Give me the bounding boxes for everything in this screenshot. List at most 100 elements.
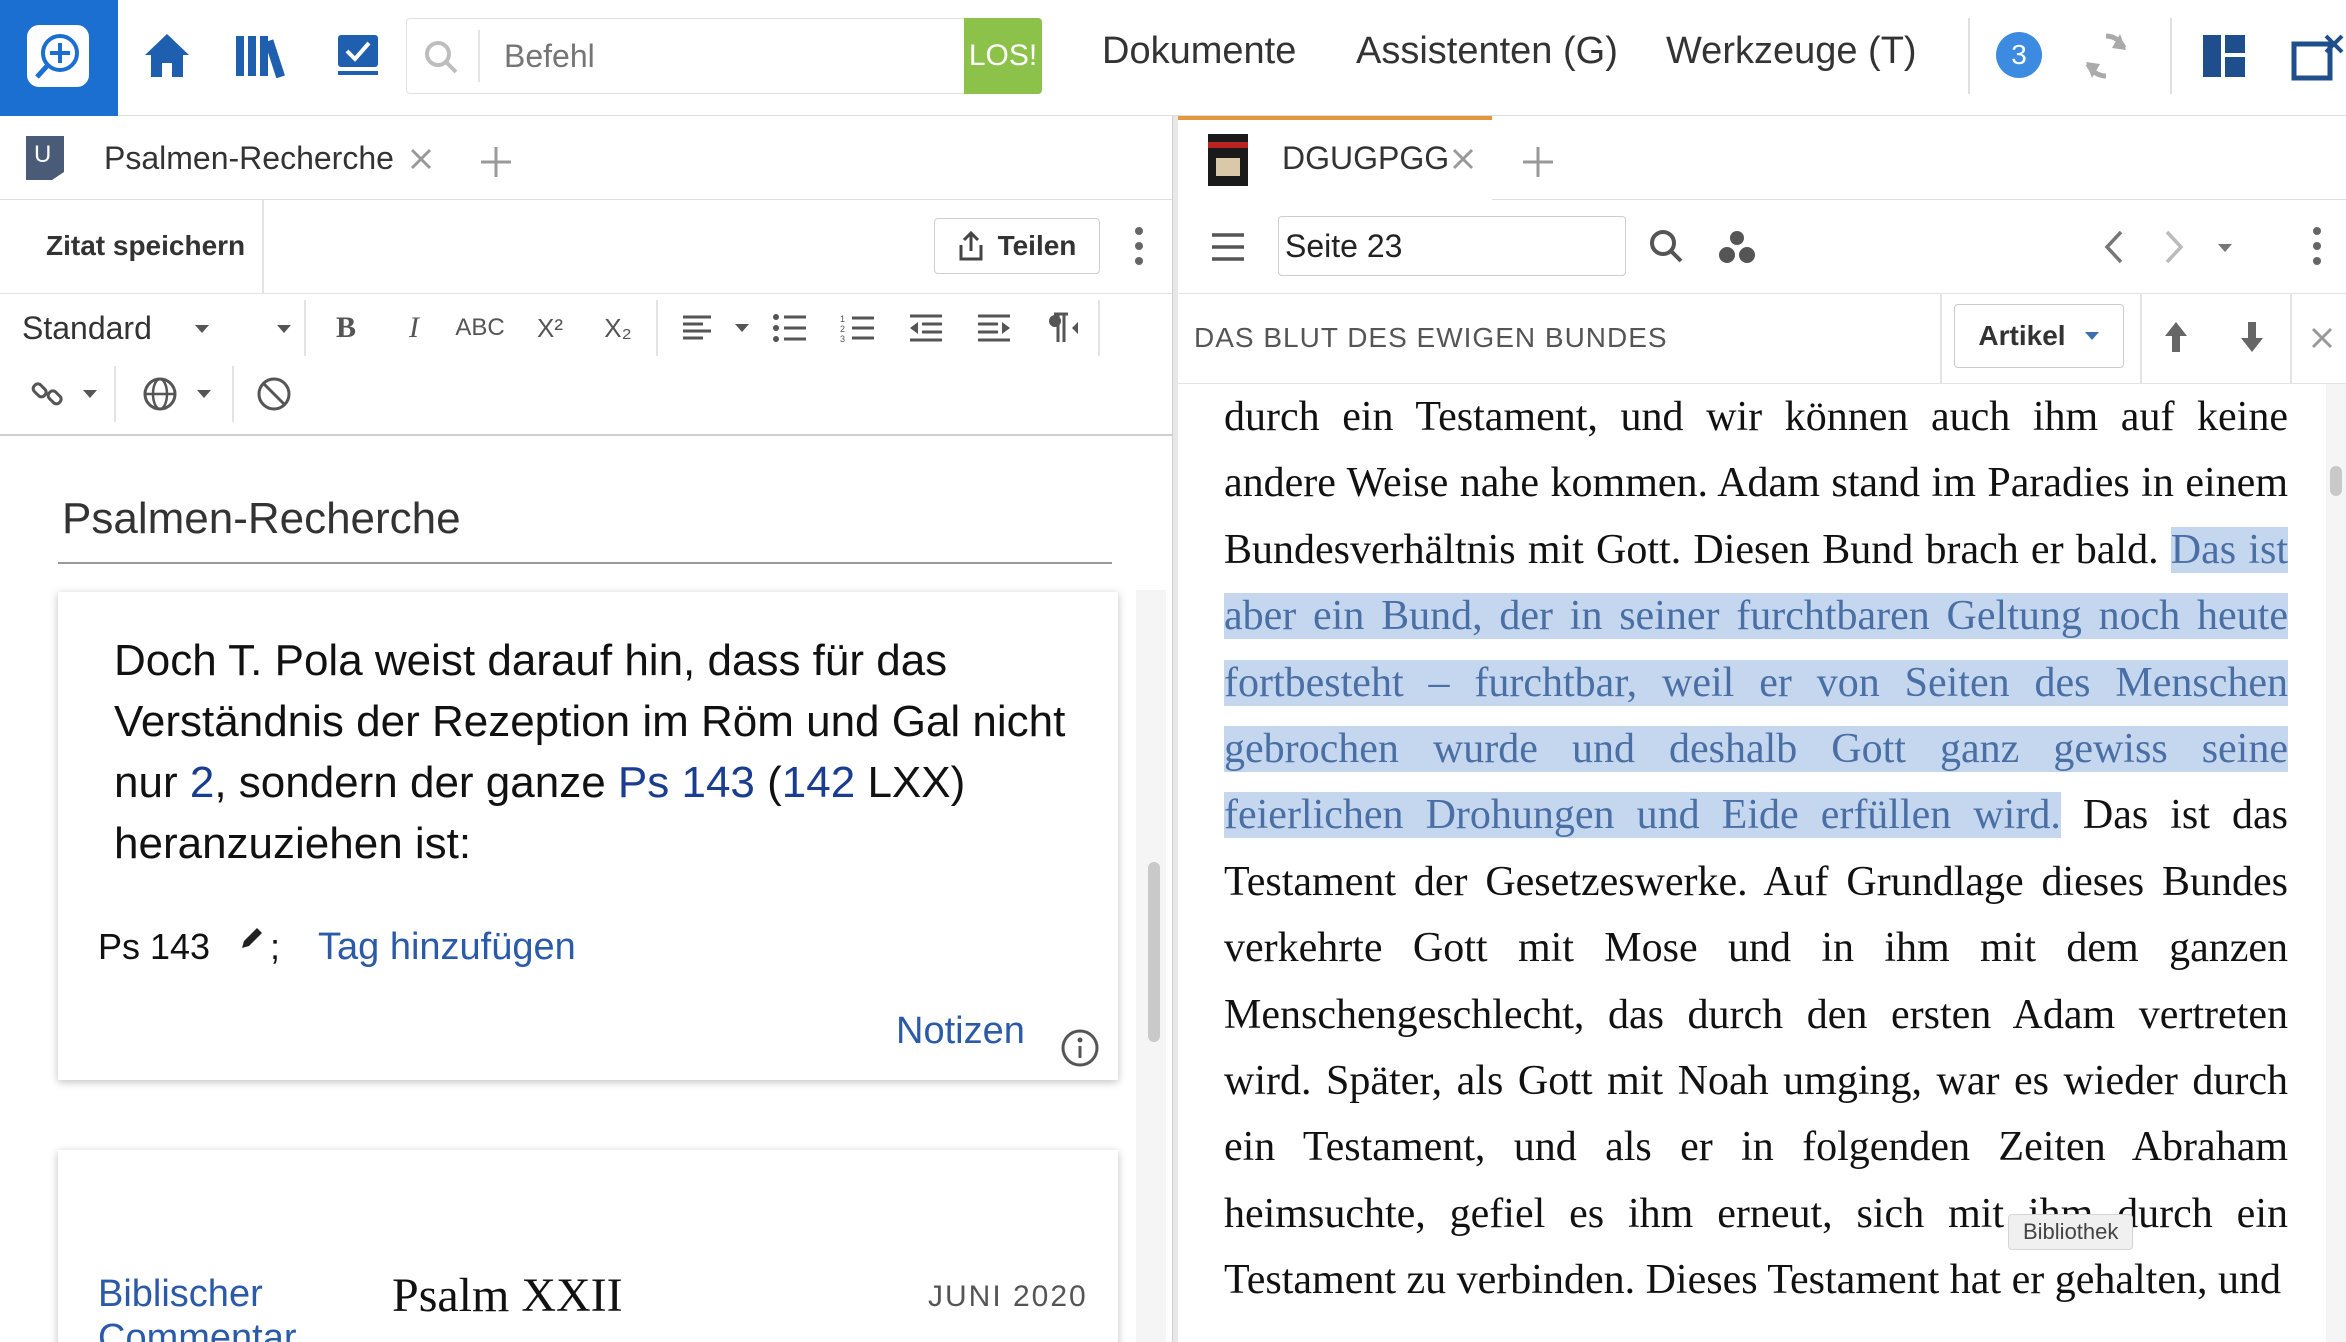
link-dropdown-icon[interactable]: [78, 372, 102, 416]
share-icon: [958, 231, 984, 261]
svg-text:1: 1: [840, 314, 845, 324]
section-title: DAS BLUT DES EWIGEN BUNDES: [1194, 322, 1668, 353]
page-input[interactable]: [1278, 216, 1626, 276]
toolbar-divider: [262, 200, 264, 294]
back-arrow-icon[interactable]: [2096, 226, 2132, 268]
italic-button[interactable]: I: [396, 306, 432, 350]
tooltip: Bibliothek: [2008, 1214, 2134, 1250]
subscript-button[interactable]: X₂: [598, 306, 638, 350]
share-label: Teilen: [997, 230, 1077, 261]
edit-pencil-icon[interactable]: [236, 922, 268, 954]
bible-ref-link[interactable]: Ps 143: [618, 758, 755, 807]
menu-tools[interactable]: Werkzeuge (T): [1666, 30, 1917, 73]
reader-text[interactable]: durch ein Testament, und wir können auch…: [1224, 384, 2289, 1314]
go-button[interactable]: LOS!: [964, 18, 1042, 94]
article-select[interactable]: Artikel: [1954, 304, 2124, 368]
close-icon[interactable]: [2306, 322, 2338, 354]
font-dropdown-icon[interactable]: [270, 314, 298, 344]
bible-ref-link[interactable]: 142: [782, 758, 855, 807]
strikethrough-button[interactable]: ABC: [452, 306, 508, 350]
left-tab-title[interactable]: Psalmen-Recherche: [104, 140, 394, 177]
menu-assistants[interactable]: Assistenten (G): [1356, 30, 1618, 73]
link-icon[interactable]: [26, 372, 70, 416]
reader-scroll-thumb[interactable]: [2330, 466, 2342, 496]
menu-documents[interactable]: Dokumente: [1102, 30, 1296, 73]
layout-icon[interactable]: [2198, 30, 2250, 82]
toolbar-divider: [1098, 300, 1100, 356]
chevron-down-icon: [2084, 332, 2099, 340]
title-divider: [58, 562, 1112, 564]
reference-label[interactable]: Ps 143: [98, 926, 210, 968]
align-left-icon[interactable]: [676, 306, 718, 350]
add-tag-link[interactable]: Tag hinzufügen: [318, 926, 576, 969]
left-scroll-thumb[interactable]: [1148, 862, 1160, 1042]
menu-divider: [2170, 18, 2172, 94]
svg-text:2: 2: [840, 324, 845, 334]
notes-link[interactable]: Notizen: [896, 1010, 1025, 1053]
bold-button[interactable]: B: [328, 306, 364, 350]
more-options-icon[interactable]: [1124, 222, 1154, 270]
library-icon[interactable]: [232, 28, 290, 82]
bible-ref-link[interactable]: 2: [190, 758, 214, 807]
article-select-label: Artikel: [1978, 320, 2066, 351]
save-quote-button[interactable]: Zitat speichern: [46, 230, 245, 262]
home-icon[interactable]: [138, 28, 196, 82]
logos-search-button[interactable]: [0, 0, 118, 116]
toolbar-divider: [656, 300, 658, 356]
reader-scrollbar[interactable]: [2326, 384, 2346, 1342]
notification-badge[interactable]: 3: [1996, 32, 2042, 78]
svg-text:U: U: [34, 141, 51, 168]
share-button[interactable]: Teilen: [934, 218, 1100, 274]
card-date: JUNI 2020: [928, 1280, 1088, 1313]
undock-icon[interactable]: [2290, 30, 2346, 84]
more-options-icon[interactable]: [2302, 222, 2332, 270]
section-divider: [2140, 294, 2142, 384]
numbered-list-icon[interactable]: 123: [836, 306, 880, 350]
info-icon[interactable]: [1060, 1028, 1100, 1068]
toolbar-divider: [114, 366, 116, 422]
app-logo-icon: [27, 25, 89, 87]
document-icon: U: [24, 134, 68, 182]
section-divider: [2290, 294, 2292, 384]
section-divider: [1940, 294, 1942, 384]
menu-divider: [1968, 18, 1970, 94]
command-input[interactable]: [478, 18, 964, 94]
globe-icon[interactable]: [138, 372, 182, 416]
note-text-part: , sondern der ganze: [214, 758, 618, 807]
source-link[interactable]: Biblischer Commentar: [98, 1272, 297, 1342]
source-line: Biblischer: [98, 1273, 263, 1315]
clear-format-icon[interactable]: [252, 372, 296, 416]
outdent-icon[interactable]: [904, 306, 948, 350]
toolbar-divider: [232, 366, 234, 422]
sync-icon[interactable]: [2078, 28, 2134, 84]
history-dropdown-icon[interactable]: [2210, 234, 2240, 262]
document-title[interactable]: Psalmen-Recherche: [62, 494, 461, 544]
globe-dropdown-icon[interactable]: [192, 372, 216, 416]
close-icon[interactable]: [404, 142, 438, 176]
chevron-down-icon[interactable]: [188, 314, 216, 344]
book-cover-icon: [1208, 134, 1248, 186]
reader-pane[interactable]: durch ein Testament, und wir können auch…: [1178, 384, 2346, 1342]
indent-icon[interactable]: [972, 306, 1016, 350]
svg-text:3: 3: [840, 334, 845, 343]
arrow-down-icon[interactable]: [2234, 316, 2270, 358]
superscript-button[interactable]: X²: [530, 306, 570, 350]
note-text[interactable]: Doch T. Pola weist darauf hin, dass für …: [114, 630, 1094, 874]
checklist-icon[interactable]: [330, 28, 386, 82]
hamburger-menu-icon[interactable]: [1206, 228, 1250, 266]
reference-separator: ;: [270, 926, 281, 967]
forward-arrow-icon[interactable]: [2156, 226, 2192, 268]
add-tab-icon[interactable]: [1516, 140, 1560, 184]
visual-filter-icon[interactable]: [1716, 226, 1758, 268]
add-tab-icon[interactable]: [474, 140, 518, 184]
card-title: Psalm XXII: [392, 1269, 623, 1322]
search-icon[interactable]: [1646, 226, 1686, 266]
arrow-up-icon[interactable]: [2158, 316, 2194, 358]
align-dropdown-icon[interactable]: [730, 306, 754, 350]
note-text-part: (: [754, 758, 782, 807]
bullet-list-icon[interactable]: [768, 306, 812, 350]
paragraph-style-select[interactable]: Standard: [22, 310, 152, 347]
right-tab-title[interactable]: DGUGPGG: [1282, 140, 1449, 177]
close-icon[interactable]: [1446, 142, 1480, 176]
paragraph-direction-icon[interactable]: [1040, 306, 1084, 350]
